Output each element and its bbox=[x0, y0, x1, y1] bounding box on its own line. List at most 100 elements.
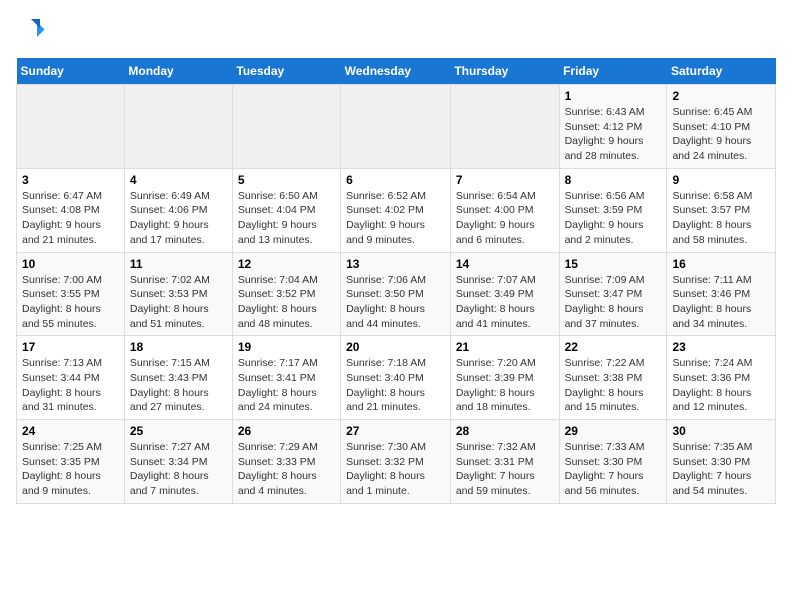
calendar-cell: 30 Sunrise: 7:35 AM Sunset: 3:30 PM Dayli… bbox=[667, 420, 776, 504]
calendar-cell: 27 Sunrise: 7:30 AM Sunset: 3:32 PM Dayli… bbox=[341, 420, 451, 504]
weekday-header-friday: Friday bbox=[559, 58, 667, 85]
day-info: Sunrise: 7:17 AM Sunset: 3:41 PM Dayligh… bbox=[238, 356, 335, 415]
calendar-cell bbox=[124, 85, 232, 169]
day-number: 21 bbox=[456, 340, 554, 354]
calendar-cell: 15Sunrise: 7:09 AM Sunset: 3:47 PM Dayli… bbox=[559, 252, 667, 336]
day-info: Sunrise: 7:22 AM Sunset: 3:38 PM Dayligh… bbox=[565, 356, 662, 415]
calendar-cell: 17 Sunrise: 7:13 AM Sunset: 3:44 PM Dayli… bbox=[17, 336, 125, 420]
day-number: 19 bbox=[238, 340, 335, 354]
day-info: Sunrise: 6:54 AM Sunset: 4:00 PM Dayligh… bbox=[456, 189, 554, 248]
calendar-cell: 20Sunrise: 7:18 AM Sunset: 3:40 PM Dayli… bbox=[341, 336, 451, 420]
day-info: Sunrise: 6:52 AM Sunset: 4:02 PM Dayligh… bbox=[346, 189, 445, 248]
day-info: Sunrise: 6:47 AM Sunset: 4:08 PM Dayligh… bbox=[22, 189, 119, 248]
calendar-week-row: 10 Sunrise: 7:00 AM Sunset: 3:55 PM Dayli… bbox=[17, 252, 776, 336]
day-number: 24 bbox=[22, 424, 119, 438]
calendar-cell: 6 Sunrise: 6:52 AM Sunset: 4:02 PM Daylig… bbox=[341, 168, 451, 252]
day-number: 26 bbox=[238, 424, 335, 438]
calendar-cell: 19 Sunrise: 7:17 AM Sunset: 3:41 PM Dayli… bbox=[232, 336, 340, 420]
day-number: 18 bbox=[130, 340, 227, 354]
day-number: 25 bbox=[130, 424, 227, 438]
day-number: 2 bbox=[672, 89, 770, 103]
calendar-cell bbox=[341, 85, 451, 169]
calendar-cell bbox=[450, 85, 559, 169]
day-info: Sunrise: 6:43 AM Sunset: 4:12 PM Dayligh… bbox=[565, 105, 662, 164]
day-info: Sunrise: 7:15 AM Sunset: 3:43 PM Dayligh… bbox=[130, 356, 227, 415]
calendar-cell: 2Sunrise: 6:45 AM Sunset: 4:10 PM Daylig… bbox=[667, 85, 776, 169]
day-number: 7 bbox=[456, 173, 554, 187]
calendar-cell bbox=[17, 85, 125, 169]
weekday-header-monday: Monday bbox=[124, 58, 232, 85]
calendar-cell: 11Sunrise: 7:02 AM Sunset: 3:53 PM Dayli… bbox=[124, 252, 232, 336]
day-number: 3 bbox=[22, 173, 119, 187]
calendar-cell bbox=[232, 85, 340, 169]
calendar-cell: 9 Sunrise: 6:58 AM Sunset: 3:57 PM Daylig… bbox=[667, 168, 776, 252]
day-info: Sunrise: 7:07 AM Sunset: 3:49 PM Dayligh… bbox=[456, 273, 554, 332]
calendar-cell: 8 Sunrise: 6:56 AM Sunset: 3:59 PM Daylig… bbox=[559, 168, 667, 252]
day-info: Sunrise: 6:56 AM Sunset: 3:59 PM Dayligh… bbox=[565, 189, 662, 248]
logo-icon bbox=[16, 16, 46, 46]
day-number: 22 bbox=[565, 340, 662, 354]
day-info: Sunrise: 7:11 AM Sunset: 3:46 PM Dayligh… bbox=[672, 273, 770, 332]
day-number: 6 bbox=[346, 173, 445, 187]
day-info: Sunrise: 7:35 AM Sunset: 3:30 PM Dayligh… bbox=[672, 440, 770, 499]
day-info: Sunrise: 7:33 AM Sunset: 3:30 PM Dayligh… bbox=[565, 440, 662, 499]
weekday-header-row: SundayMondayTuesdayWednesdayThursdayFrid… bbox=[17, 58, 776, 85]
calendar-cell: 22 Sunrise: 7:22 AM Sunset: 3:38 PM Dayli… bbox=[559, 336, 667, 420]
weekday-header-sunday: Sunday bbox=[17, 58, 125, 85]
page-header bbox=[16, 16, 776, 46]
day-info: Sunrise: 7:18 AM Sunset: 3:40 PM Dayligh… bbox=[346, 356, 445, 415]
day-info: Sunrise: 7:09 AM Sunset: 3:47 PM Dayligh… bbox=[565, 273, 662, 332]
day-number: 23 bbox=[672, 340, 770, 354]
calendar-cell: 26 Sunrise: 7:29 AM Sunset: 3:33 PM Dayli… bbox=[232, 420, 340, 504]
weekday-header-saturday: Saturday bbox=[667, 58, 776, 85]
calendar-table: SundayMondayTuesdayWednesdayThursdayFrid… bbox=[16, 58, 776, 504]
calendar-cell: 23 Sunrise: 7:24 AM Sunset: 3:36 PM Dayli… bbox=[667, 336, 776, 420]
day-info: Sunrise: 7:04 AM Sunset: 3:52 PM Dayligh… bbox=[238, 273, 335, 332]
calendar-cell: 25 Sunrise: 7:27 AM Sunset: 3:34 PM Dayli… bbox=[124, 420, 232, 504]
day-number: 30 bbox=[672, 424, 770, 438]
calendar-week-row: 24Sunrise: 7:25 AM Sunset: 3:35 PM Dayli… bbox=[17, 420, 776, 504]
day-info: Sunrise: 7:13 AM Sunset: 3:44 PM Dayligh… bbox=[22, 356, 119, 415]
calendar-cell: 18 Sunrise: 7:15 AM Sunset: 3:43 PM Dayli… bbox=[124, 336, 232, 420]
calendar-cell: 7 Sunrise: 6:54 AM Sunset: 4:00 PM Daylig… bbox=[450, 168, 559, 252]
weekday-header-thursday: Thursday bbox=[450, 58, 559, 85]
calendar-cell: 14Sunrise: 7:07 AM Sunset: 3:49 PM Dayli… bbox=[450, 252, 559, 336]
calendar-cell: 16 Sunrise: 7:11 AM Sunset: 3:46 PM Dayli… bbox=[667, 252, 776, 336]
calendar-cell: 3 Sunrise: 6:47 AM Sunset: 4:08 PM Daylig… bbox=[17, 168, 125, 252]
calendar-cell: 12 Sunrise: 7:04 AM Sunset: 3:52 PM Dayli… bbox=[232, 252, 340, 336]
weekday-header-tuesday: Tuesday bbox=[232, 58, 340, 85]
calendar-cell: 28 Sunrise: 7:32 AM Sunset: 3:31 PM Dayli… bbox=[450, 420, 559, 504]
calendar-week-row: 17 Sunrise: 7:13 AM Sunset: 3:44 PM Dayli… bbox=[17, 336, 776, 420]
day-number: 4 bbox=[130, 173, 227, 187]
day-info: Sunrise: 6:58 AM Sunset: 3:57 PM Dayligh… bbox=[672, 189, 770, 248]
calendar-cell: 1 Sunrise: 6:43 AM Sunset: 4:12 PM Daylig… bbox=[559, 85, 667, 169]
day-number: 10 bbox=[22, 257, 119, 271]
day-info: Sunrise: 7:06 AM Sunset: 3:50 PM Dayligh… bbox=[346, 273, 445, 332]
calendar-cell: 13 Sunrise: 7:06 AM Sunset: 3:50 PM Dayli… bbox=[341, 252, 451, 336]
day-info: Sunrise: 7:29 AM Sunset: 3:33 PM Dayligh… bbox=[238, 440, 335, 499]
calendar-cell: 24Sunrise: 7:25 AM Sunset: 3:35 PM Dayli… bbox=[17, 420, 125, 504]
day-info: Sunrise: 7:20 AM Sunset: 3:39 PM Dayligh… bbox=[456, 356, 554, 415]
day-number: 29 bbox=[565, 424, 662, 438]
calendar-cell: 4 Sunrise: 6:49 AM Sunset: 4:06 PM Daylig… bbox=[124, 168, 232, 252]
day-info: Sunrise: 7:32 AM Sunset: 3:31 PM Dayligh… bbox=[456, 440, 554, 499]
day-info: Sunrise: 7:00 AM Sunset: 3:55 PM Dayligh… bbox=[22, 273, 119, 332]
day-number: 28 bbox=[456, 424, 554, 438]
day-info: Sunrise: 6:49 AM Sunset: 4:06 PM Dayligh… bbox=[130, 189, 227, 248]
day-info: Sunrise: 7:30 AM Sunset: 3:32 PM Dayligh… bbox=[346, 440, 445, 499]
day-info: Sunrise: 6:50 AM Sunset: 4:04 PM Dayligh… bbox=[238, 189, 335, 248]
day-number: 13 bbox=[346, 257, 445, 271]
calendar-cell: 10 Sunrise: 7:00 AM Sunset: 3:55 PM Dayli… bbox=[17, 252, 125, 336]
day-info: Sunrise: 7:27 AM Sunset: 3:34 PM Dayligh… bbox=[130, 440, 227, 499]
day-info: Sunrise: 7:24 AM Sunset: 3:36 PM Dayligh… bbox=[672, 356, 770, 415]
day-number: 9 bbox=[672, 173, 770, 187]
day-number: 17 bbox=[22, 340, 119, 354]
day-number: 1 bbox=[565, 89, 662, 103]
day-number: 8 bbox=[565, 173, 662, 187]
day-number: 27 bbox=[346, 424, 445, 438]
day-number: 12 bbox=[238, 257, 335, 271]
day-number: 5 bbox=[238, 173, 335, 187]
day-number: 16 bbox=[672, 257, 770, 271]
logo bbox=[16, 16, 50, 46]
day-info: Sunrise: 7:02 AM Sunset: 3:53 PM Dayligh… bbox=[130, 273, 227, 332]
